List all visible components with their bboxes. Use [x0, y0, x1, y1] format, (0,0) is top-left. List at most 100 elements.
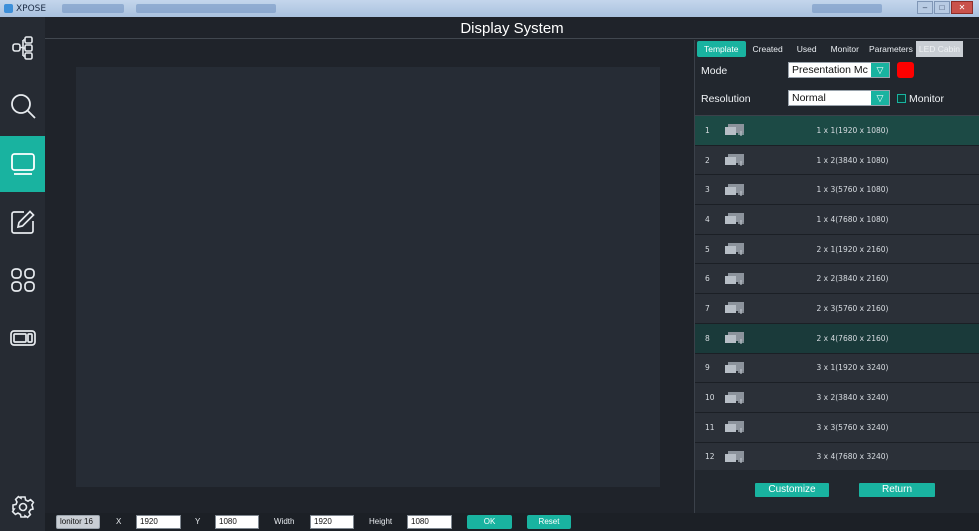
template-item-10[interactable]: 10 3 x 2(3840 x 3240) [695, 383, 979, 413]
monitor-template-icon [725, 243, 744, 256]
template-item-4[interactable]: 4 1 x 4(7680 x 1080) [695, 205, 979, 235]
template-item-7[interactable]: 7 2 x 3(5760 x 2160) [695, 294, 979, 324]
taskbar-blur [812, 4, 882, 13]
dropdown-arrow-icon: ▽ [871, 91, 889, 105]
tab-parameters[interactable]: Parameters [866, 41, 916, 57]
template-item-2[interactable]: 2 1 x 2(3840 x 1080) [695, 145, 979, 176]
sidebar [0, 17, 45, 531]
monitor-template-icon [725, 332, 744, 345]
close-button[interactable]: ✕ [951, 1, 973, 14]
dropdown-arrow-icon: ▽ [871, 63, 889, 77]
sidebar-item-apps[interactable] [0, 252, 45, 308]
card-icon [9, 330, 36, 346]
os-titlebar: XPOSE – □ ✕ [0, 0, 979, 17]
maximize-button[interactable]: □ [934, 1, 950, 14]
template-list[interactable]: 1 1 x 1(1920 x 1080) 2 1 x 2(3840 x 1080… [695, 115, 979, 470]
template-label: 2 x 1(1920 x 2160) [816, 244, 889, 254]
template-number: 1 [705, 125, 710, 135]
screen-icon [10, 153, 35, 175]
y-input[interactable]: 1080 [215, 515, 259, 529]
customize-button[interactable]: Customize [755, 483, 829, 497]
template-label: 1 x 1(1920 x 1080) [816, 125, 889, 135]
height-label: Height [369, 517, 393, 526]
bottom-bar: lonitor 16 X 1920 Y 1080 Width 1920 Heig… [45, 513, 979, 531]
template-item-5[interactable]: 5 2 x 1(1920 x 2160) [695, 234, 979, 265]
settings-icon [11, 495, 34, 519]
template-label: 1 x 2(3840 x 1080) [816, 155, 889, 165]
template-number: 7 [705, 303, 710, 313]
grid-icon [10, 268, 35, 292]
reset-button[interactable]: Reset [527, 515, 571, 529]
tab-used[interactable]: Used [790, 41, 824, 57]
template-item-3[interactable]: 3 1 x 3(5760 x 1080) [695, 175, 979, 206]
template-label: 2 x 4(7680 x 2160) [816, 333, 889, 343]
template-number: 6 [705, 274, 710, 284]
monitor-select[interactable]: lonitor 16 [56, 515, 100, 529]
sidebar-item-screen[interactable] [0, 136, 45, 192]
tab-led-cabin[interactable]: LED Cabin [915, 41, 963, 57]
template-number: 3 [705, 185, 710, 195]
tab-template[interactable]: Template [697, 41, 746, 57]
sidebar-item-card[interactable] [0, 310, 45, 366]
os-app-name: XPOSE [16, 3, 47, 14]
edit-icon [10, 210, 35, 234]
taskbar-blur [62, 4, 124, 13]
template-number: 8 [705, 333, 710, 343]
monitor-checkbox-label: Monitor [909, 93, 945, 105]
sidebar-item-edit[interactable] [0, 194, 45, 250]
template-item-9[interactable]: 9 3 x 1(1920 x 3240) [695, 353, 979, 384]
monitor-template-icon [725, 450, 744, 463]
os-title: XPOSE [4, 4, 46, 14]
monitor-template-icon [725, 183, 744, 196]
x-label: X [116, 517, 122, 526]
monitor-template-icon [725, 302, 744, 315]
monitor-template-icon [725, 213, 744, 226]
return-button[interactable]: Return [859, 483, 935, 497]
right-panel: Template Created Used Monitor Parameters… [694, 40, 979, 513]
width-input[interactable]: 1920 [310, 515, 354, 529]
height-input[interactable]: 1080 [407, 515, 452, 529]
template-number: 9 [705, 363, 710, 373]
minimize-button[interactable]: – [917, 1, 933, 14]
monitor-template-icon [725, 272, 744, 285]
app-window: XPOSE – □ ✕ Display System Template Crea… [0, 0, 979, 531]
template-number: 10 [705, 393, 715, 403]
taskbar-blur [136, 4, 276, 13]
template-number: 11 [705, 422, 715, 432]
template-label: 3 x 3(5760 x 3240) [816, 422, 889, 432]
width-label: Width [274, 517, 295, 526]
template-label: 3 x 4(7680 x 3240) [816, 452, 889, 462]
template-item-1[interactable]: 1 1 x 1(1920 x 1080) [695, 116, 979, 146]
mode-color-swatch[interactable] [897, 62, 914, 78]
sidebar-item-search[interactable] [0, 78, 45, 134]
mode-select[interactable]: Presentation Mc ▽ [788, 62, 890, 78]
panel-tabs: Template Created Used Monitor Parameters… [695, 40, 979, 58]
y-label: Y [195, 517, 201, 526]
template-label: 3 x 1(1920 x 3240) [816, 363, 889, 373]
display-canvas[interactable] [76, 67, 660, 487]
app-header: Display System [45, 17, 979, 39]
monitor-template-icon [725, 124, 744, 137]
page-title: Display System [460, 20, 564, 37]
tab-monitor[interactable]: Monitor [824, 41, 866, 57]
mode-label: Mode [701, 65, 728, 77]
tab-created[interactable]: Created [746, 41, 790, 57]
template-item-6[interactable]: 6 2 x 2(3840 x 2160) [695, 264, 979, 295]
template-label: 1 x 3(5760 x 1080) [816, 185, 889, 195]
template-label: 2 x 3(5760 x 2160) [816, 303, 889, 313]
monitor-template-icon [725, 391, 744, 404]
app-logo-icon [4, 4, 13, 13]
monitor-template-icon [725, 421, 744, 434]
template-item-8[interactable]: 8 2 x 4(7680 x 2160) [695, 323, 979, 354]
template-item-11[interactable]: 11 3 x 3(5760 x 3240) [695, 412, 979, 443]
template-item-12[interactable]: 12 3 x 4(7680 x 3240) [695, 442, 979, 470]
search-icon [10, 94, 36, 119]
ok-button[interactable]: OK [467, 515, 512, 529]
x-input[interactable]: 1920 [136, 515, 181, 529]
monitor-checkbox[interactable] [897, 94, 906, 103]
os-window-controls: – □ ✕ [917, 1, 973, 14]
resolution-select[interactable]: Normal ▽ [788, 90, 890, 106]
sidebar-item-settings[interactable] [0, 479, 45, 531]
template-number: 5 [705, 244, 710, 254]
sidebar-item-network[interactable] [0, 20, 45, 76]
